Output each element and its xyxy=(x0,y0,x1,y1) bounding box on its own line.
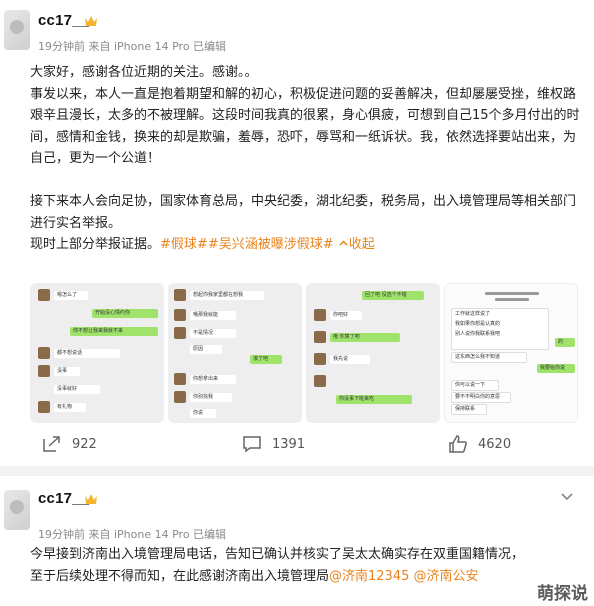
paragraph-1: 今早接到济南出入境管理局电话，告知已确认并核实了吴太太确实存在双重国籍情况， xyxy=(30,547,525,562)
paragraph-2-text: 至于后续处理不得而知，在此感谢济南出入境管理局 xyxy=(30,568,330,584)
chat-bubble: 没事 xyxy=(54,367,80,376)
repost-button[interactable]: 922 xyxy=(42,430,97,458)
like-button[interactable]: 4620 xyxy=(448,430,511,458)
post-body: 今早接到济南出入境管理局电话，告知已确认并核实了吴太太确实存在双重国籍情况， 至… xyxy=(30,544,586,587)
chat-avatar xyxy=(314,309,326,321)
comment-button[interactable]: 1391 xyxy=(242,430,305,458)
mention-jinan-12345[interactable]: @济南12345 xyxy=(329,569,409,584)
bubble-line: 工作就这样说了 xyxy=(455,311,491,317)
text-line xyxy=(495,298,529,301)
chat-avatar xyxy=(174,289,186,301)
post-body: 大家好，感谢各位近期的关注。感谢。。 事发以来，本人一直是抱着期望和解的初心，积… xyxy=(30,62,580,256)
bubble-line: 别人说你我联系我吧 xyxy=(455,331,501,337)
comment-icon xyxy=(243,436,261,453)
chat-bubble: 你吧好 xyxy=(330,311,362,320)
chat-avatar xyxy=(38,289,50,301)
chat-bubble: 有礼物 xyxy=(54,403,86,412)
avatar[interactable] xyxy=(4,10,30,50)
chat-bubble: 都不想说话 xyxy=(54,349,120,358)
crown-icon xyxy=(85,494,97,504)
mention-jinan-police[interactable]: @济南公安 xyxy=(414,569,479,584)
chat-bubble: 哦那我就能 xyxy=(190,311,236,320)
chat-bubble: 回了吧 没选个不错 xyxy=(362,291,424,300)
repost-count: 922 xyxy=(72,436,97,452)
chat-bubble: 这东西怎么我不知道 xyxy=(451,352,527,363)
chat-bubble: 的 xyxy=(555,338,575,347)
chat-bubble: 你想拿出来 xyxy=(190,375,236,384)
chat-avatar xyxy=(38,365,50,377)
paragraph-4-text: 现时上部分举报证据。 xyxy=(30,237,161,252)
post-meta: 19分钟前 来自 iPhone 14 Pro 已编辑 xyxy=(38,40,227,53)
chat-avatar xyxy=(38,401,50,413)
evidence-image-1[interactable]: 嗯怎么了 开始没心情约你 你不想让我来我就不来 都不想说话 没事 没事就好 有礼… xyxy=(30,283,164,423)
repost-icon xyxy=(43,436,60,452)
chat-bubble: 想起你我家里都在想我 xyxy=(190,291,264,300)
watermark-logo: 萌探说 xyxy=(537,584,588,604)
chat-bubble: 哦 你算了吧 xyxy=(330,333,400,342)
chat-bubble: 原因 xyxy=(190,345,222,354)
chat-bubble: 没事就好 xyxy=(54,385,100,394)
chat-bubble: 保持联系 xyxy=(451,404,487,415)
paragraph-4: 现时上部分举报证据。#假球##吴兴涵被曝涉假球# 收起 xyxy=(30,234,580,256)
avatar[interactable] xyxy=(4,490,30,530)
chat-bubble: 开始没心情约你 xyxy=(92,309,158,318)
chevron-down-icon[interactable] xyxy=(560,492,574,502)
chat-avatar xyxy=(314,331,326,343)
evidence-image-3[interactable]: 回了吧 没选个不错 你吧好 哦 你算了吧 我先说 你没事下班来吃 xyxy=(306,283,440,423)
collapse-arrow-icon xyxy=(339,240,348,246)
collapse-label: 收起 xyxy=(348,237,375,252)
text-line xyxy=(485,292,539,295)
chat-bubble: 要不不明白你的意思 xyxy=(451,392,511,403)
crown-icon xyxy=(85,16,97,26)
chat-bubble: 我要给你说 xyxy=(537,364,575,373)
chat-avatar xyxy=(174,373,186,385)
like-count: 4620 xyxy=(478,436,512,452)
hashtag-wu-xinghan[interactable]: #吴兴涵被曝涉假球# xyxy=(208,237,334,252)
chat-avatar xyxy=(314,375,326,387)
chat-avatar xyxy=(38,347,50,359)
chat-bubble: 你别找我 xyxy=(190,393,232,402)
username[interactable]: cc17__ xyxy=(38,490,89,507)
comment-count: 1391 xyxy=(272,436,306,452)
chat-avatar xyxy=(174,391,186,403)
paragraph-1: 大家好，感谢各位近期的关注。感谢。。 xyxy=(30,65,258,80)
bubble-line: 我如果你想是认真的 xyxy=(455,321,501,327)
weibo-post-2: cc17__ 19分钟前 来自 iPhone 14 Pro 已编辑 今早接到济南… xyxy=(0,476,594,606)
chat-bubble: 你不想让我来我就不来 xyxy=(70,327,158,336)
chat-bubble-long: 工作就这样说了 我如果你想是认真的 别人说你我联系我吧 xyxy=(451,308,549,350)
chat-bubble: 不是情况 xyxy=(190,329,236,338)
username[interactable]: cc17__ xyxy=(38,12,89,29)
post-divider xyxy=(0,466,594,476)
chat-avatar xyxy=(314,353,326,365)
paragraph-2: 事发以来，本人一直是抱着期望和解的初心，积极促进问题的妥善解决，但却屡屡受挫，维… xyxy=(30,86,580,167)
chat-bubble: 我先说 xyxy=(330,355,370,364)
chat-bubble: 你没事下班来吃 xyxy=(336,395,412,404)
post-meta: 19分钟前 来自 iPhone 14 Pro 已编辑 xyxy=(38,528,227,541)
chat-avatar xyxy=(174,327,186,339)
chat-bubble: 滚了吧 xyxy=(250,355,282,364)
weibo-post-1: cc17__ 19分钟前 来自 iPhone 14 Pro 已编辑 大家好，感谢… xyxy=(0,0,594,470)
action-bar: 922 1391 4620 xyxy=(0,430,594,458)
chat-avatar xyxy=(174,309,186,321)
chat-bubble: 你可以说一下 xyxy=(451,380,499,391)
thumbs-up-icon xyxy=(449,435,467,453)
chat-bubble: 嗯怎么了 xyxy=(54,291,88,300)
chat-bubble: 你说 xyxy=(190,409,216,418)
evidence-image-2[interactable]: 想起你我家里都在想我 哦那我就能 不是情况 原因 滚了吧 你想拿出来 你别找我 … xyxy=(168,283,302,423)
paragraph-2: 至于后续处理不得而知，在此感谢济南出入境管理局@济南12345 @济南公安 xyxy=(30,566,586,588)
evidence-image-4[interactable]: 工作就这样说了 我如果你想是认真的 别人说你我联系我吧 的 这东西怎么我不知道 … xyxy=(444,283,578,423)
hashtag-fake-match[interactable]: #假球# xyxy=(160,237,208,252)
collapse-link[interactable]: 收起 xyxy=(338,237,375,252)
paragraph-3: 接下来本人会向足协，国家体育总局，中央纪委，湖北纪委，税务局，出入境管理局等相关… xyxy=(30,194,577,231)
